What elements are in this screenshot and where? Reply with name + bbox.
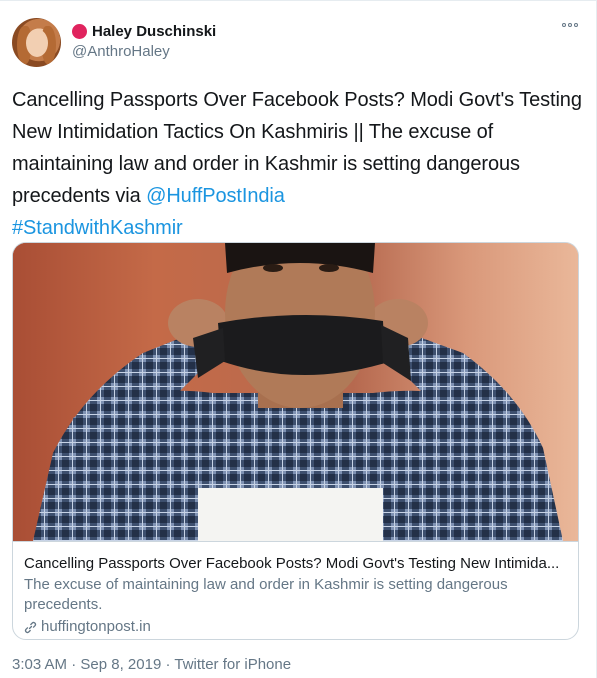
footer-separator: · bbox=[161, 656, 175, 673]
tweet-header: Haley Duschinski @AnthroHaley bbox=[72, 21, 216, 60]
name-row: Haley Duschinski bbox=[72, 21, 216, 41]
tweet: Haley Duschinski @AnthroHaley Cancelling… bbox=[0, 0, 597, 678]
card-image[interactable] bbox=[13, 243, 578, 541]
avatar[interactable] bbox=[12, 18, 61, 67]
display-name[interactable]: Haley Duschinski bbox=[92, 23, 216, 40]
avatar-face bbox=[26, 29, 48, 57]
mention-link[interactable]: @HuffPostIndia bbox=[146, 185, 285, 207]
card-title: Cancelling Passports Over Facebook Posts… bbox=[24, 555, 560, 572]
footer-separator: · bbox=[67, 656, 81, 673]
tweet-body: Cancelling Passports Over Facebook Posts… bbox=[12, 89, 582, 207]
man-with-taped-mouth-photo bbox=[13, 243, 578, 541]
card-domain-text: huffingtonpost.in bbox=[41, 618, 151, 635]
more-dot bbox=[562, 23, 566, 27]
link-card[interactable]: Cancelling Passports Over Facebook Posts… bbox=[12, 242, 579, 640]
tweet-date[interactable]: Sep 8, 2019 bbox=[80, 656, 161, 673]
card-meta: Cancelling Passports Over Facebook Posts… bbox=[13, 541, 578, 637]
user-handle[interactable]: @AnthroHaley bbox=[72, 43, 216, 60]
more-options-icon[interactable] bbox=[562, 23, 578, 27]
tweet-text: Cancelling Passports Over Facebook Posts… bbox=[12, 84, 582, 244]
tweet-time[interactable]: 3:03 AM bbox=[12, 656, 67, 673]
red-dot-icon bbox=[72, 23, 87, 39]
card-description: The excuse of maintaining law and order … bbox=[24, 576, 508, 613]
card-domain: huffingtonpost.in bbox=[24, 617, 569, 637]
tweet-footer: 3:03 AM · Sep 8, 2019 · Twitter for iPho… bbox=[12, 656, 291, 673]
link-icon bbox=[24, 621, 37, 633]
more-dot bbox=[574, 23, 578, 27]
tweet-source[interactable]: Twitter for iPhone bbox=[174, 656, 291, 673]
hashtag-link[interactable]: #StandwithKashmir bbox=[12, 217, 183, 239]
more-dot bbox=[568, 23, 572, 27]
